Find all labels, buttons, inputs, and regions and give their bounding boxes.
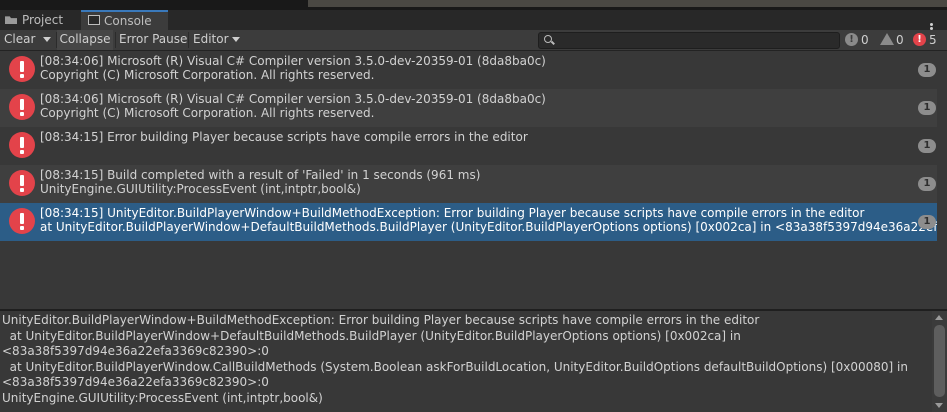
log-entry-count-badge: 1 (918, 215, 936, 229)
chevron-down-icon (231, 37, 240, 42)
log-entry-count-badge: 1 (918, 101, 936, 115)
log-entry-count-badge: 1 (918, 63, 936, 77)
error-icon (9, 94, 35, 120)
log-entry-detail: Copyright (C) Microsoft Corporation. All… (40, 68, 375, 82)
log-list-scrollbar[interactable] (937, 51, 947, 309)
scrollbar-thumb[interactable] (934, 325, 945, 397)
editor-dropdown-label: Editor (193, 32, 229, 46)
console-icon (88, 15, 100, 25)
scroll-down-icon[interactable] (935, 403, 943, 408)
log-entry-detail: at UnityEditor.BuildPlayerWindow+Default… (40, 220, 947, 234)
log-entry-message: [08:34:06] Microsoft (R) Visual C# Compi… (40, 92, 546, 106)
tab-project[interactable]: Project (0, 10, 78, 30)
stack-trace-panel: UnityEditor.BuildPlayerWindow+BuildMetho… (0, 311, 947, 412)
log-entry-selected[interactable]: [08:34:15] UnityEditor.BuildPlayerWindow… (0, 203, 947, 241)
search-icon (544, 35, 552, 43)
stack-trace-scrollbar[interactable] (932, 311, 947, 412)
error-icon (9, 132, 35, 158)
warning-icon (880, 33, 894, 45)
error-icon: ! (913, 33, 926, 46)
folder-icon (5, 16, 17, 24)
tab-console[interactable]: Console (81, 10, 168, 30)
error-icon (9, 170, 35, 196)
clear-button[interactable]: Clear (4, 30, 35, 50)
tab-project-label: Project (22, 13, 64, 27)
log-entry[interactable]: [08:34:15] Build completed with a result… (0, 165, 947, 203)
error-icon (9, 208, 35, 234)
error-count: 5 (929, 33, 937, 47)
error-pause-toggle[interactable]: Error Pause (119, 30, 187, 50)
warning-count: 0 (896, 33, 904, 47)
info-count: 0 (861, 33, 869, 47)
scroll-up-icon[interactable] (935, 315, 943, 320)
editor-dropdown[interactable]: Editor (193, 30, 240, 50)
log-entry-message: [08:34:15] UnityEditor.BuildPlayerWindow… (40, 206, 865, 220)
log-entry-count-badge: 1 (918, 177, 936, 191)
log-entry-count-badge: 1 (918, 139, 936, 153)
log-entry-message: [08:34:15] Error building Player because… (40, 130, 528, 144)
log-entry-detail: Copyright (C) Microsoft Corporation. All… (40, 106, 375, 120)
collapse-toggle[interactable]: Collapse (57, 30, 113, 50)
scene-view-edge (308, 0, 947, 7)
clear-options-dropdown[interactable] (38, 30, 56, 50)
error-count-toggle[interactable]: ! 5 (913, 32, 941, 48)
log-entry-detail: UnityEngine.GUIUtility:ProcessEvent (int… (40, 182, 361, 196)
tab-console-label: Console (104, 14, 152, 28)
info-count-toggle[interactable]: ! 0 (845, 32, 873, 48)
toolbar-divider (115, 32, 116, 48)
scene-view-strip (0, 0, 947, 10)
log-entry[interactable]: [08:34:06] Microsoft (R) Visual C# Compi… (0, 51, 947, 89)
search-input[interactable] (538, 32, 840, 49)
log-entry[interactable]: [08:34:15] Error building Player because… (0, 127, 947, 165)
warning-count-toggle[interactable]: 0 (880, 32, 908, 48)
log-entry-message: [08:34:15] Build completed with a result… (40, 168, 481, 182)
stack-trace-text[interactable]: UnityEditor.BuildPlayerWindow+BuildMetho… (2, 313, 927, 406)
error-icon (9, 56, 35, 82)
info-icon: ! (845, 33, 858, 46)
log-entry-message: [08:34:06] Microsoft (R) Visual C# Compi… (40, 54, 546, 68)
console-log-list: [08:34:06] Microsoft (R) Visual C# Compi… (0, 51, 947, 309)
tab-bar: Project Console (0, 10, 947, 34)
log-entry[interactable]: [08:34:06] Microsoft (R) Visual C# Compi… (0, 89, 947, 127)
toolbar-divider (188, 32, 189, 48)
chevron-down-icon (43, 37, 51, 42)
